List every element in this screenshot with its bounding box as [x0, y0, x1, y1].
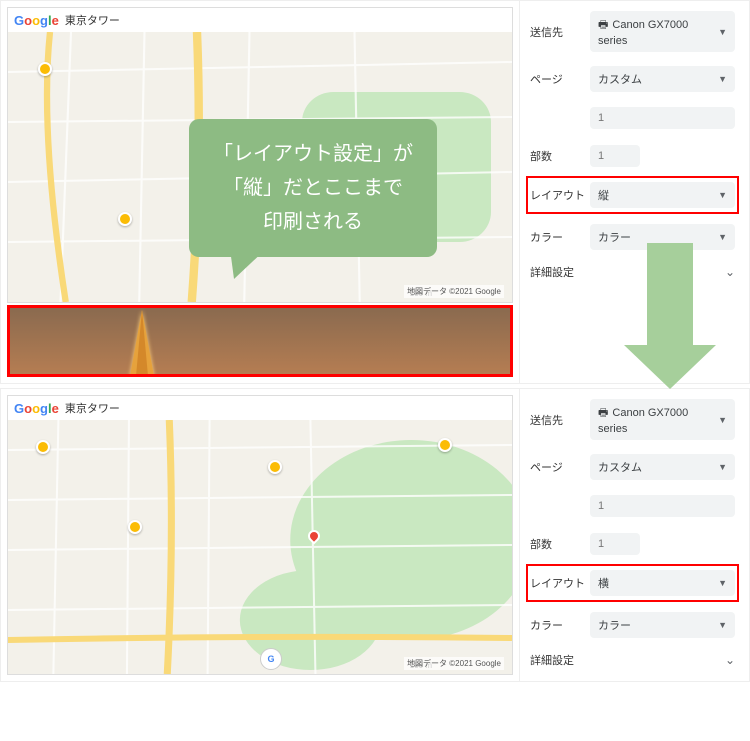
label-copies: 部数 [530, 148, 590, 164]
map-marker-icon [118, 212, 132, 226]
destination-value: Canon GX7000 series [598, 407, 688, 435]
arrow-down-icon [624, 243, 716, 389]
copies-value: 1 [598, 538, 604, 550]
label-layout: レイアウト [530, 187, 590, 203]
preview-pane: Google 東京タワー [1, 389, 519, 681]
callout-line: 「レイアウト設定」が [213, 137, 413, 171]
callout-line: 印刷される [213, 205, 413, 239]
advanced-settings-toggle[interactable]: 詳細設定 ⌄ [530, 652, 735, 668]
setting-pages-range: 1 [530, 106, 735, 130]
label-copies: 部数 [530, 536, 590, 552]
chevron-down-icon: ▼ [718, 578, 727, 588]
printer-icon: 🖶 [598, 407, 608, 419]
map-attribution: 地図データ ©2021 Google [404, 657, 504, 670]
label-layout: レイアウト [530, 575, 590, 591]
chevron-down-icon: ⌄ [725, 653, 735, 667]
pages-select[interactable]: カスタム ▼ [590, 454, 735, 480]
chevron-down-icon: ▼ [718, 190, 727, 200]
layout-select[interactable]: 縦 ▼ [590, 182, 735, 208]
advanced-label: 詳細設定 [530, 652, 574, 668]
chevron-down-icon: ▼ [718, 462, 727, 472]
label-pages: ページ [530, 459, 590, 475]
copies-input[interactable]: 1 [590, 533, 640, 555]
label-color: カラー [530, 617, 590, 633]
tokyo-tower-icon [136, 310, 148, 376]
map-marker-icon [268, 460, 282, 474]
map-background [8, 420, 512, 674]
chevron-down-icon: ▼ [718, 415, 727, 425]
chevron-down-icon: ⌄ [725, 265, 735, 279]
setting-layout: レイアウト 縦 ▼ [530, 182, 735, 208]
pages-select[interactable]: カスタム ▼ [590, 66, 735, 92]
layout-select[interactable]: 横 ▼ [590, 570, 735, 596]
map-marker-icon [36, 440, 50, 454]
preview-page: Google 東京タワー [7, 395, 513, 675]
map-marker-icon [438, 438, 452, 452]
chevron-down-icon: ▼ [718, 620, 727, 630]
pages-range-input[interactable]: 1 [590, 107, 735, 129]
pages-range-input[interactable]: 1 [590, 495, 735, 517]
label-destination: 送信先 [530, 412, 590, 428]
page-header: Google 東京タワー [8, 396, 512, 420]
setting-pages: ページ カスタム ▼ [530, 66, 735, 92]
advanced-label: 詳細設定 [530, 264, 574, 280]
map-marker-icon [38, 62, 52, 76]
search-query: 東京タワー [65, 12, 120, 28]
map-preview: G 100 m 地図データ ©2021 Google [8, 420, 512, 674]
layout-value: 横 [598, 575, 609, 591]
copies-input[interactable]: 1 [590, 145, 640, 167]
print-settings-sidebar: 送信先 🖶Canon GX7000 series ▼ ページ カスタム ▼ 1 … [519, 389, 749, 681]
setting-copies: 部数 1 [530, 532, 735, 556]
setting-destination: 送信先 🖶Canon GX7000 series ▼ [530, 11, 735, 52]
annotation-callout: 「レイアウト設定」が 「縦」だとここまで 印刷される [189, 119, 437, 257]
google-badge-icon: G [260, 648, 282, 670]
callout-line: 「縦」だとここまで [213, 171, 413, 205]
pages-value: カスタム [598, 459, 642, 475]
setting-layout: レイアウト 横 ▼ [530, 570, 735, 596]
destination-value: Canon GX7000 series [598, 19, 688, 47]
pages-range-value: 1 [598, 500, 604, 512]
map-marker-icon [128, 520, 142, 534]
page-header: Google 東京タワー [8, 8, 512, 32]
label-color: カラー [530, 229, 590, 245]
color-select[interactable]: カラー ▼ [590, 612, 735, 638]
printer-icon: 🖶 [598, 19, 608, 31]
chevron-down-icon: ▼ [718, 74, 727, 84]
pages-value: カスタム [598, 71, 642, 87]
label-pages: ページ [530, 71, 590, 87]
portrait-overflow-highlight [7, 305, 513, 377]
search-query: 東京タワー [65, 400, 120, 416]
setting-destination: 送信先 🖶Canon GX7000 series ▼ [530, 399, 735, 440]
chevron-down-icon: ▼ [718, 232, 727, 242]
setting-pages-range: 1 [530, 494, 735, 518]
google-logo: Google [14, 13, 59, 28]
layout-setting-highlight: レイアウト 横 ▼ [526, 564, 739, 602]
layout-setting-highlight: レイアウト 縦 ▼ [526, 176, 739, 214]
destination-select[interactable]: 🖶Canon GX7000 series ▼ [590, 11, 735, 52]
print-preview-landscape: Google 東京タワー [0, 388, 750, 682]
map-attribution: 地図データ ©2021 Google [404, 285, 504, 298]
pages-range-value: 1 [598, 112, 604, 124]
setting-pages: ページ カスタム ▼ [530, 454, 735, 480]
setting-copies: 部数 1 [530, 144, 735, 168]
label-destination: 送信先 [530, 24, 590, 40]
copies-value: 1 [598, 150, 604, 162]
google-logo: Google [14, 401, 59, 416]
setting-color: カラー カラー ▼ [530, 612, 735, 638]
chevron-down-icon: ▼ [718, 27, 727, 37]
color-value: カラー [598, 617, 631, 633]
destination-select[interactable]: 🖶Canon GX7000 series ▼ [590, 399, 735, 440]
layout-value: 縦 [598, 187, 609, 203]
